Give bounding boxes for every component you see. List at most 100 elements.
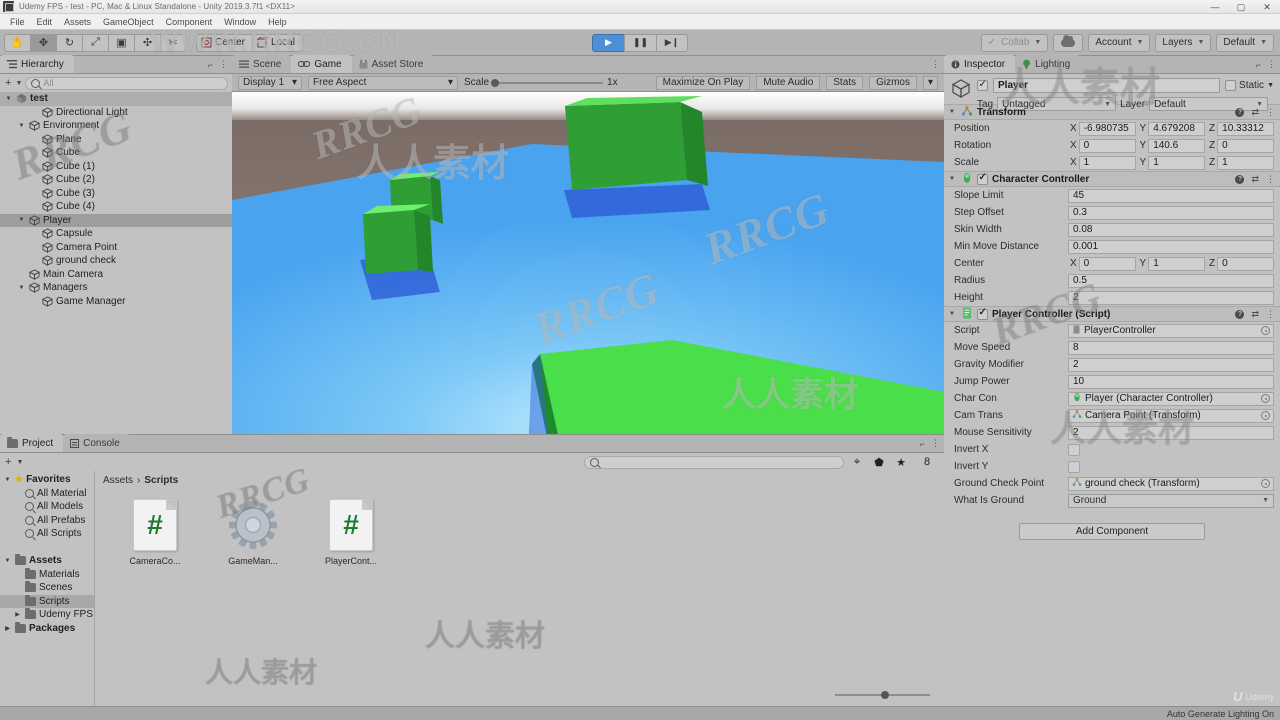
hierarchy-search-input[interactable]: All <box>25 76 228 90</box>
object-picker-icon[interactable] <box>1261 479 1270 488</box>
maximize-button[interactable]: ▢ <box>1228 0 1254 14</box>
lock-icon[interactable]: ⌐ <box>1256 60 1261 70</box>
panel-menu-icon[interactable]: ⋮ <box>931 59 940 70</box>
preset-icon[interactable]: ⇄ <box>1251 107 1259 118</box>
object-reference-field[interactable]: Camera Point (Transform) <box>1068 408 1274 423</box>
filter-by-type-icon[interactable]: ⌖ <box>848 456 866 469</box>
custom-tool-icon[interactable]: ✂ <box>160 33 186 52</box>
expand-arrow-icon[interactable]: ▼ <box>3 477 12 483</box>
favorites-star-icon[interactable]: ★ <box>892 456 910 469</box>
layout-button[interactable]: Default ▼ <box>1216 33 1274 52</box>
axis-y-input[interactable]: 1 <box>1148 155 1206 170</box>
property-input[interactable]: 8 <box>1068 340 1274 355</box>
rotate-tool-icon[interactable]: ↻ <box>56 33 82 52</box>
hierarchy-item-capsule[interactable]: Capsule <box>0 227 232 241</box>
asset-item[interactable]: # PlayerCont... <box>313 499 389 566</box>
tab-console[interactable]: Console <box>63 434 130 452</box>
scale-tool-icon[interactable]: ⤢ <box>82 33 108 52</box>
axis-y-input[interactable]: 4.679208 <box>1148 121 1206 136</box>
lock-icon[interactable]: ⌐ <box>208 60 213 70</box>
create-asset-button[interactable]: + <box>4 456 12 468</box>
tab-asset-store[interactable]: Asset Store <box>351 55 434 73</box>
property-input[interactable]: 0.5 <box>1068 273 1274 288</box>
asset-grid[interactable]: # CameraCo... GameMan... # PlayerCont... <box>95 487 944 566</box>
project-tree-item-materials[interactable]: Materials <box>0 567 94 582</box>
asset-item[interactable]: GameMan... <box>215 499 291 566</box>
gizmos-dropdown[interactable]: ▾ <box>922 75 938 90</box>
expand-arrow-icon[interactable]: ▶ <box>3 625 12 632</box>
object-reference-field[interactable]: Player (Character Controller) <box>1068 391 1274 406</box>
pause-button[interactable]: ❚❚ <box>624 33 656 52</box>
project-tree-item-assets[interactable]: ▼ Assets <box>0 554 94 568</box>
menu-gameobject[interactable]: GameObject <box>97 14 160 30</box>
aspect-dropdown[interactable]: Free Aspect ▾ <box>308 75 458 90</box>
axis-z-input[interactable]: 0 <box>1217 256 1274 271</box>
property-input[interactable]: 0.08 <box>1068 222 1274 237</box>
add-component-button[interactable]: Add Component <box>1019 523 1205 540</box>
move-tool-icon[interactable]: ✥ <box>30 33 56 52</box>
asset-zoom-slider[interactable] <box>835 690 930 700</box>
axis-y-input[interactable]: 140.6 <box>1148 138 1206 153</box>
filter-by-label-icon[interactable]: ⬟ <box>870 456 888 469</box>
project-tree-item-scripts[interactable]: Scripts <box>0 594 94 608</box>
menu-file[interactable]: File <box>4 14 31 30</box>
hierarchy-item-cube-3-[interactable]: Cube (3) <box>0 187 232 201</box>
property-input[interactable]: 45 <box>1068 188 1274 203</box>
vector3-field[interactable]: X -6.980735 Y 4.679208 Z 10.33312 <box>1068 121 1274 136</box>
tab-game[interactable]: Game <box>291 55 352 73</box>
hierarchy-item-plane[interactable]: Plane <box>0 133 232 147</box>
component-enabled-checkbox[interactable] <box>977 307 988 320</box>
hierarchy-item-camera-point[interactable]: Camera Point <box>0 241 232 255</box>
chevron-down-icon[interactable]: ▼ <box>16 459 23 466</box>
breadcrumb-assets[interactable]: Assets <box>103 475 133 486</box>
hierarchy-item-cube-4-[interactable]: Cube (4) <box>0 200 232 214</box>
project-tree-item-all-prefabs[interactable]: All Prefabs <box>0 514 94 528</box>
scale-slider-knob[interactable] <box>491 78 500 87</box>
expand-arrow-icon[interactable]: ▼ <box>4 96 13 102</box>
property-input[interactable]: 0.3 <box>1068 205 1274 220</box>
project-badge[interactable]: 8 <box>914 456 940 468</box>
component-header-character-controller[interactable]: ▼ Character Controller? ⇄ ⋮ <box>944 171 1280 187</box>
panel-menu-icon[interactable]: ⋮ <box>931 438 940 449</box>
component-menu-icon[interactable]: ⋮ <box>1266 174 1275 185</box>
property-input[interactable]: 2 <box>1068 357 1274 372</box>
account-button[interactable]: Account ▼ <box>1088 33 1151 52</box>
display-dropdown[interactable]: Display 1 ▾ <box>238 75 302 90</box>
vector3-field[interactable]: X 0 Y 140.6 Z 0 <box>1068 138 1274 153</box>
property-input[interactable]: 2 <box>1068 290 1274 305</box>
project-tree-item-favorites[interactable]: ▼ ★ Favorites <box>0 473 94 487</box>
project-tree-item-packages[interactable]: ▶ Packages <box>0 621 94 636</box>
hierarchy-item-managers[interactable]: ▼ Managers <box>0 281 232 295</box>
axis-z-input[interactable]: 10.33312 <box>1217 121 1274 136</box>
expand-arrow-icon[interactable]: ▼ <box>17 123 26 129</box>
tab-scene[interactable]: Scene <box>232 55 292 73</box>
layers-button[interactable]: Layers ▼ <box>1155 33 1212 52</box>
breadcrumb-scripts[interactable]: Scripts <box>144 475 178 486</box>
axis-x-input[interactable]: 0 <box>1078 138 1136 153</box>
hierarchy-item-test[interactable]: ▼ test <box>0 92 232 106</box>
gizmos-button[interactable]: Gizmos <box>869 75 917 90</box>
axis-z-input[interactable]: 1 <box>1217 155 1274 170</box>
mute-audio-button[interactable]: Mute Audio <box>756 75 821 90</box>
object-name-input[interactable]: Player <box>993 78 1221 93</box>
menu-assets[interactable]: Assets <box>58 14 97 30</box>
hierarchy-item-cube-2-[interactable]: Cube (2) <box>0 173 232 187</box>
static-toggle[interactable]: Static ▼ <box>1225 80 1274 91</box>
close-button[interactable]: ✕ <box>1254 0 1280 14</box>
collapse-arrow-icon[interactable]: ▼ <box>949 109 957 115</box>
object-picker-icon[interactable] <box>1261 411 1270 420</box>
vector3-field[interactable]: X1Y1Z1 <box>1068 155 1274 170</box>
panel-menu-icon[interactable]: ⋮ <box>1267 59 1276 70</box>
object-reference-field[interactable]: ground check (Transform) <box>1068 476 1274 491</box>
vector3-field[interactable]: X0Y1Z0 <box>1068 256 1274 271</box>
project-search-input[interactable] <box>584 455 844 469</box>
play-button[interactable]: ▶ <box>592 33 624 52</box>
transform-tool-icon[interactable]: ✣ <box>134 33 160 52</box>
property-checkbox[interactable] <box>1068 460 1080 473</box>
help-icon[interactable]: ? <box>1235 309 1245 319</box>
object-picker-icon[interactable] <box>1261 394 1270 403</box>
expand-arrow-icon[interactable]: ▼ <box>3 558 12 564</box>
step-button[interactable]: ▶❙ <box>656 33 688 52</box>
rect-tool-icon[interactable]: ▣ <box>108 33 134 52</box>
project-tree-item-udemy-fps[interactable]: ▶ Udemy FPS <box>0 608 94 622</box>
